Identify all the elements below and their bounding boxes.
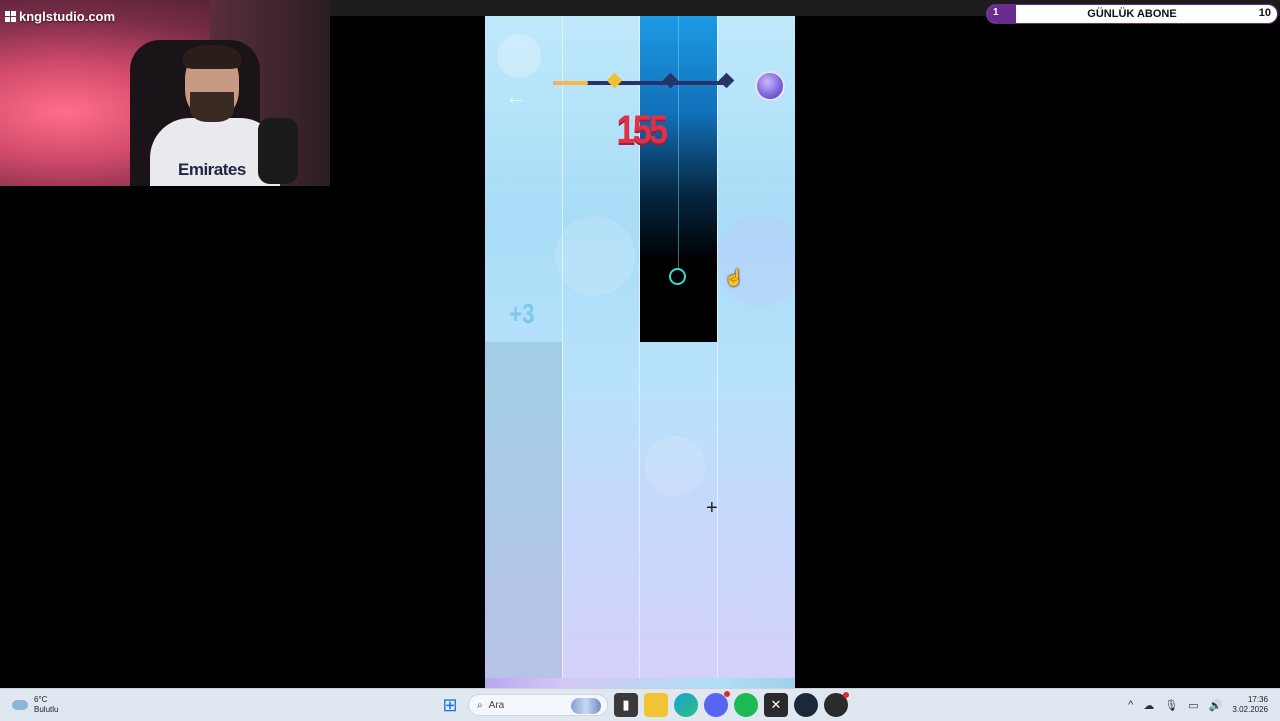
bg-bubble xyxy=(715,216,795,306)
subscriber-goal-bar: 1 GÜNLÜK ABONE 10 xyxy=(986,4,1278,24)
crosshair-cursor-icon: + xyxy=(706,497,718,519)
bg-bubble xyxy=(497,34,541,78)
hold-tile-marker[interactable] xyxy=(669,268,686,285)
back-arrow-icon[interactable]: ← xyxy=(505,84,527,110)
level-progress-fill xyxy=(553,81,588,85)
search-box[interactable]: ⌕ Ara xyxy=(468,694,608,716)
cloud-sync-icon[interactable]: ☁ xyxy=(1143,699,1154,712)
level-progress-bar xyxy=(553,72,735,89)
file-explorer-icon[interactable]: ▮ xyxy=(614,693,638,717)
bonus-indicator: +3 xyxy=(509,298,535,329)
system-tray: ^ ☁ 🎙 ▭ 🔊 17:36 3.02.2026 xyxy=(1128,695,1268,715)
hand-cursor-icon: ☝ xyxy=(724,270,744,287)
spotify-icon[interactable] xyxy=(734,693,758,717)
search-highlight-art xyxy=(571,698,601,714)
brand-text: knglstudio.com xyxy=(19,9,116,24)
streamer-hand xyxy=(258,118,298,184)
streamer-beard xyxy=(190,92,234,122)
progress-star-icon xyxy=(606,72,623,89)
shirt-logo: Emirates xyxy=(178,160,246,179)
microphone-icon[interactable]: 🎙 xyxy=(1164,699,1178,712)
brand-watermark: knglstudio.com xyxy=(5,9,115,24)
tapped-tile xyxy=(485,342,562,678)
lane-divider xyxy=(562,16,563,688)
edge-icon[interactable] xyxy=(674,693,698,717)
cloud-icon xyxy=(12,700,28,710)
obs-recording-badge xyxy=(843,692,849,698)
search-placeholder: Ara xyxy=(488,699,505,711)
taskbar-apps: ⊞ ⌕ Ara ▮ ✕ xyxy=(438,691,849,717)
windows-start-icon[interactable]: ⊞ xyxy=(438,693,462,717)
obs-icon[interactable] xyxy=(824,692,849,717)
brand-logo-icon xyxy=(5,11,16,22)
crown-icon xyxy=(755,71,785,101)
chevron-up-icon[interactable]: ^ xyxy=(1128,699,1133,711)
streamer-hair xyxy=(183,45,241,69)
bg-bubble xyxy=(645,436,705,496)
weather-condition: Bulutlu xyxy=(34,705,59,714)
search-icon: ⌕ xyxy=(477,699,483,711)
score: 155 xyxy=(616,108,668,152)
weather-widget[interactable]: 6°C Bulutlu xyxy=(12,695,58,715)
network-icon[interactable]: ▭ xyxy=(1188,699,1198,712)
subscriber-goal-label: GÜNLÜK ABONE xyxy=(1087,8,1177,20)
bg-bubble xyxy=(555,216,635,296)
piano-tiles-game[interactable]: ← 155 +3 xyxy=(485,16,795,688)
bottom-strip xyxy=(485,678,795,688)
progress-star-icon xyxy=(718,72,735,89)
clock-time: 17:36 xyxy=(1247,695,1268,704)
clock-date: 3.02.2026 xyxy=(1232,705,1268,714)
folder-icon[interactable] xyxy=(644,693,668,717)
webcam-overlay: Emirates knglstudio.com xyxy=(0,0,330,186)
discord-icon[interactable] xyxy=(704,691,730,717)
clock[interactable]: 17:36 3.02.2026 xyxy=(1232,695,1268,715)
weather-temp: 6°C xyxy=(34,695,48,704)
lane-divider xyxy=(717,16,718,688)
steam-icon[interactable] xyxy=(794,693,818,717)
volume-icon[interactable]: 🔊 xyxy=(1209,699,1223,712)
discord-notification-badge xyxy=(724,691,730,697)
terminal-icon[interactable]: ✕ xyxy=(764,693,788,717)
windows-taskbar: 6°C Bulutlu ⊞ ⌕ Ara ▮ ✕ ^ ☁ 🎙 ▭ 🔊 17:36 … xyxy=(0,688,1280,721)
subscriber-goal-target: 10 xyxy=(1258,7,1271,19)
hold-tile-line xyxy=(678,16,679,270)
